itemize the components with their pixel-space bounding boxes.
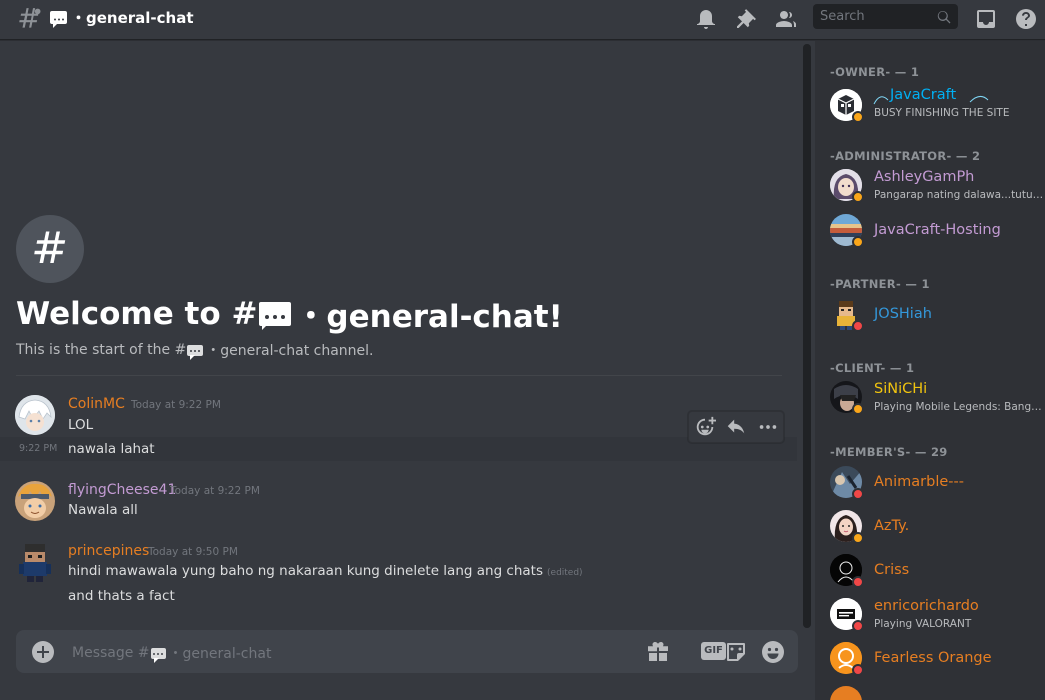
member-activity: Playing Mobile Legends: Bang Bang (874, 401, 1044, 413)
member-activity: BUSY FINISHING THE SITE (874, 107, 1010, 119)
avatar-princepines[interactable] (15, 542, 55, 582)
more-options-icon[interactable] (756, 416, 780, 438)
member-name: JavaCraft (890, 87, 957, 103)
channel-hash-large-icon (16, 215, 84, 283)
member-list-panel: -OWNER- — 1 JavaCraft BUSY FINISHING THE… (815, 41, 1045, 700)
welcome-heading-prefix: Welcome to # (16, 295, 258, 332)
avatar-colinmc[interactable] (15, 395, 55, 435)
pin-icon[interactable] (734, 7, 758, 31)
member-item[interactable]: JOSHiah (830, 294, 1045, 334)
member-group-header: -OWNER- — 1 (830, 65, 920, 79)
message-author[interactable]: flyingCheese41 (68, 482, 176, 498)
channel-name: ・general-chat (71, 9, 194, 27)
member-item[interactable]: AzTy. (830, 506, 1045, 546)
member-group-header: -PARTNER- — 1 (830, 277, 930, 291)
status-idle-icon (852, 236, 864, 248)
status-dnd-icon (852, 488, 864, 500)
status-idle-icon (852, 111, 864, 123)
message-timestamp: Today at 9:22 PM (170, 485, 260, 497)
upload-plus-button[interactable] (32, 641, 54, 663)
message-timestamp: Today at 9:50 PM (148, 546, 238, 558)
search-box[interactable]: Search (813, 4, 958, 29)
followup-timestamp: 9:22 PM (19, 443, 58, 454)
member-name: Animarble--- (874, 474, 964, 490)
member-item[interactable]: SiNiCHi Playing Mobile Legends: Bang Ban… (830, 377, 1045, 417)
edited-label: (edited) (547, 568, 583, 578)
member-activity: Playing VALORANT (874, 618, 972, 630)
speech-bubble-icon (50, 11, 67, 28)
member-item[interactable]: enricorichardo Playing VALORANT (830, 594, 1045, 634)
member-name: AzTy. (874, 518, 910, 534)
help-icon[interactable] (1014, 7, 1038, 31)
status-dnd-icon (852, 664, 864, 676)
message-text: LOL (68, 417, 94, 433)
message-timestamp: Today at 9:22 PM (131, 399, 221, 411)
message-input-prefix: Message # (72, 645, 150, 661)
status-idle-icon (852, 532, 864, 544)
plus-icon (37, 646, 49, 658)
gif-button[interactable]: GIF (701, 642, 726, 660)
welcome-subtitle-suffix: ・general-chat channel. (206, 343, 374, 359)
status-dnd-icon (852, 320, 864, 332)
message-author[interactable]: ColinMC (68, 396, 125, 412)
welcome-heading-suffix: ・general-chat! (295, 299, 563, 335)
member-name: JavaCraft-Hosting (874, 222, 1001, 238)
member-group-header: -MEMBER'S- — 29 (830, 445, 948, 459)
member-item[interactable]: AshleyGamPh Pangarap nating dalawa...tut… (830, 165, 1045, 205)
reply-icon[interactable] (724, 416, 748, 438)
member-item[interactable]: Fearless Orange (830, 638, 1045, 678)
status-idle-icon (852, 191, 864, 203)
status-dnd-icon (852, 576, 864, 588)
sticker-icon[interactable] (724, 640, 748, 664)
message-text: hindi mawawala yung baho ng nakaraan kun… (68, 563, 583, 579)
member-avatar (830, 686, 862, 700)
message-actions-toolbar (688, 411, 784, 443)
message-text-content: hindi mawawala yung baho ng nakaraan kun… (68, 563, 544, 579)
message-input-suffix: ・general-chat (168, 646, 272, 662)
member-item[interactable]: JavaCraft-Hosting (830, 210, 1045, 250)
channel-title: ・general-chat (50, 7, 194, 28)
message-author[interactable]: princepines (68, 543, 149, 559)
avatar-flyingcheese41[interactable] (15, 481, 55, 521)
search-icon (937, 11, 951, 24)
member-name: SiNiCHi (874, 381, 928, 397)
speech-bubble-icon (187, 344, 204, 360)
member-name: Criss (874, 562, 910, 578)
member-activity: Pangarap nating dalawa...tutuparin ko (874, 189, 1044, 201)
channel-header: ・general-chat Search (0, 0, 1045, 40)
text-channel-hash-icon (19, 8, 41, 28)
discord-app: ・general-chat Search Welcome to # ・gener… (0, 0, 1045, 700)
member-list-icon[interactable] (774, 7, 798, 31)
member-item[interactable]: Animarble--- (830, 462, 1045, 502)
emoji-icon[interactable] (761, 640, 785, 664)
message-text: nawala lahat (68, 441, 155, 457)
member-name: AshleyGamPh (874, 169, 975, 185)
welcome-heading: Welcome to # ・general-chat! (16, 291, 563, 336)
welcome-subtitle: This is the start of the # ・general-chat… (16, 340, 373, 360)
member-item-partial[interactable] (830, 682, 1045, 700)
search-placeholder: Search (820, 9, 865, 24)
chat-scrollbar-thumb[interactable] (803, 44, 811, 628)
status-dnd-icon (852, 620, 864, 632)
add-reaction-icon[interactable] (693, 416, 717, 438)
message-text: Nawala all (68, 502, 138, 518)
member-item[interactable]: Criss (830, 550, 1045, 590)
member-name: enricorichardo (874, 598, 979, 614)
inbox-icon[interactable] (974, 7, 998, 31)
member-item[interactable]: JavaCraft BUSY FINISHING THE SITE (830, 85, 1045, 125)
member-name: JOSHiah (874, 306, 932, 322)
message-text: and thats a fact (68, 588, 175, 604)
member-name: Fearless Orange (874, 650, 992, 666)
gift-icon[interactable] (646, 640, 670, 664)
speech-bubble-icon (259, 301, 292, 330)
message-composer[interactable]: Message # ・general-chat GIF (16, 630, 798, 673)
welcome-divider (16, 375, 782, 376)
speech-bubble-icon (150, 647, 166, 663)
member-group-header: -CLIENT- — 1 (830, 361, 915, 375)
status-idle-icon (852, 403, 864, 415)
welcome-subtitle-prefix: This is the start of the # (16, 342, 187, 358)
message-input[interactable]: Message # ・general-chat (72, 643, 271, 663)
notification-bell-icon[interactable] (694, 7, 718, 31)
member-group-header: -ADMINISTRATOR- — 2 (830, 149, 981, 163)
